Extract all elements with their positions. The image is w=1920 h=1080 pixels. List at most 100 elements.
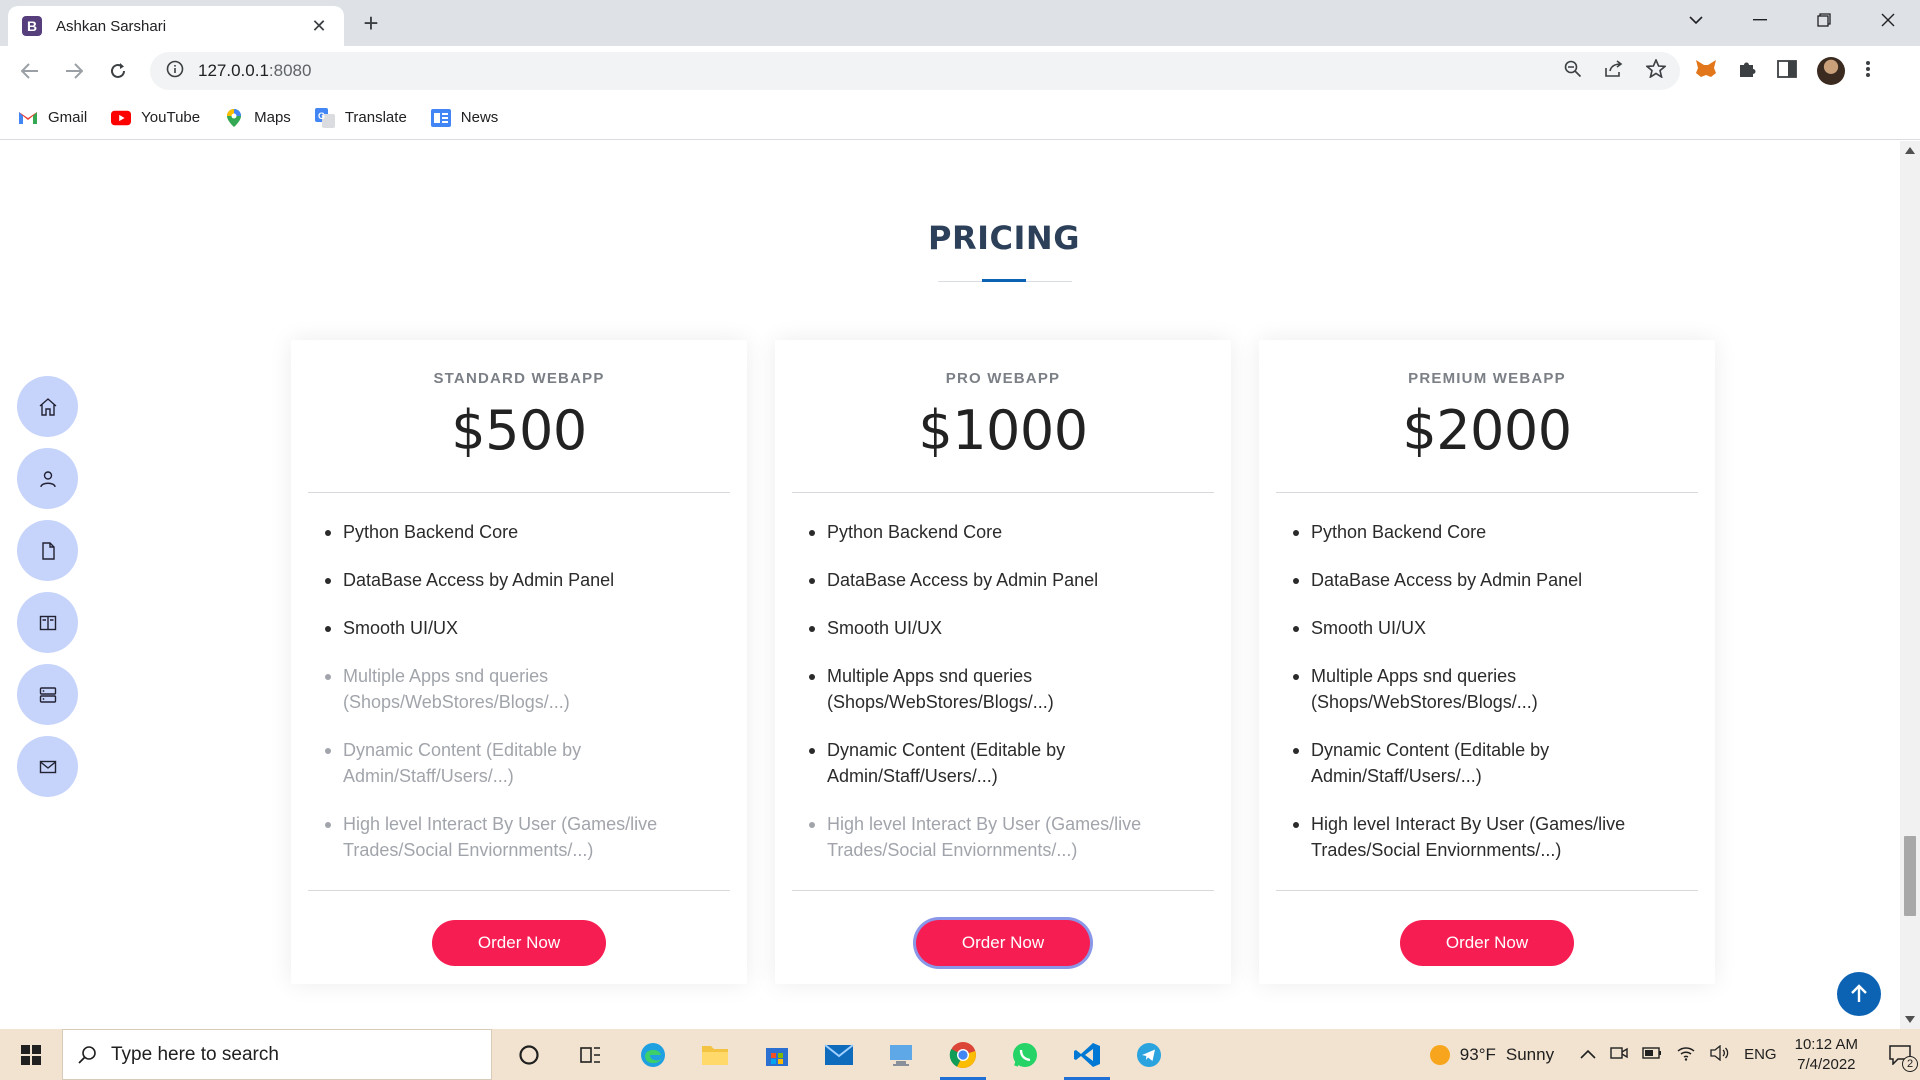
edge-app[interactable] bbox=[622, 1029, 684, 1080]
order-now-button[interactable]: Order Now bbox=[1400, 920, 1574, 966]
tab-close-icon[interactable]: ✕ bbox=[308, 16, 330, 37]
plan-name: STANDARD WEBAPP bbox=[433, 370, 605, 387]
feature-list: Python Backend Core DataBase Access by A… bbox=[1293, 493, 1685, 863]
chevron-up-icon[interactable] bbox=[1580, 1046, 1596, 1063]
feature-item: High level Interact By User (Games/live … bbox=[1293, 811, 1685, 863]
wifi-icon[interactable] bbox=[1676, 1045, 1696, 1065]
clock[interactable]: 10:12 AM 7/4/2022 bbox=[1795, 1035, 1858, 1075]
windows-taskbar: Type here to search 93°F Sunny ENG 10:12… bbox=[0, 1029, 1920, 1080]
pricing-card-pro: PRO WEBAPP $1000 Python Backend Core Dat… bbox=[775, 340, 1231, 984]
new-tab-button[interactable]: + bbox=[356, 8, 386, 38]
this-pc-app[interactable] bbox=[870, 1029, 932, 1080]
feature-item: Dynamic Content (Editable by Admin/Staff… bbox=[1293, 737, 1685, 789]
close-window-button[interactable] bbox=[1856, 0, 1920, 40]
nav-about-button[interactable] bbox=[17, 448, 78, 509]
battery-icon[interactable] bbox=[1642, 1046, 1662, 1063]
nav-contact-button[interactable] bbox=[17, 736, 78, 797]
whatsapp-icon bbox=[1013, 1042, 1037, 1067]
system-tray: 93°F Sunny ENG 10:12 AM 7/4/2022 2 bbox=[1429, 1029, 1920, 1080]
cortana-button[interactable] bbox=[498, 1029, 560, 1080]
bookmark-news[interactable]: News bbox=[430, 108, 498, 127]
side-panel-icon[interactable] bbox=[1777, 59, 1797, 83]
profile-avatar[interactable] bbox=[1817, 57, 1845, 85]
bootstrap-favicon-icon: B bbox=[22, 16, 42, 36]
tab-search-icon[interactable] bbox=[1664, 0, 1728, 40]
vscode-app[interactable] bbox=[1056, 1029, 1118, 1080]
mail-icon bbox=[824, 1043, 854, 1065]
bookmark-label: Translate bbox=[344, 109, 407, 126]
meet-now-icon[interactable] bbox=[1610, 1045, 1628, 1065]
feature-item: Dynamic Content (Editable by Admin/Staff… bbox=[809, 737, 1201, 789]
share-icon[interactable] bbox=[1604, 59, 1624, 83]
start-button[interactable] bbox=[0, 1029, 62, 1080]
store-icon bbox=[766, 1047, 788, 1066]
feature-item: Python Backend Core bbox=[809, 519, 1201, 545]
zoom-icon[interactable] bbox=[1564, 60, 1582, 83]
feature-item: Smooth UI/UX bbox=[325, 615, 717, 641]
reload-button[interactable] bbox=[98, 51, 138, 91]
taskbar-apps bbox=[498, 1029, 1180, 1080]
page-scrollbar[interactable] bbox=[1900, 141, 1920, 1029]
taskbar-search-box[interactable]: Type here to search bbox=[62, 1029, 492, 1080]
task-view-button[interactable] bbox=[560, 1029, 622, 1080]
menu-kebab-icon[interactable] bbox=[1865, 60, 1871, 83]
bookmark-label: Maps bbox=[254, 109, 291, 126]
feature-item: Smooth UI/UX bbox=[809, 615, 1201, 641]
file-explorer-app[interactable] bbox=[684, 1029, 746, 1080]
bookmark-gmail[interactable]: Gmail bbox=[18, 109, 87, 126]
bookmark-maps[interactable]: Maps bbox=[224, 108, 291, 127]
omnibox-actions bbox=[1564, 52, 1668, 90]
chrome-app[interactable] bbox=[932, 1029, 994, 1080]
mail-app[interactable] bbox=[808, 1029, 870, 1080]
feature-list: Python Backend Core DataBase Access by A… bbox=[325, 493, 717, 863]
notification-center-button[interactable]: 2 bbox=[1880, 1029, 1920, 1080]
extensions-puzzle-icon[interactable] bbox=[1737, 59, 1757, 84]
bookmark-youtube[interactable]: YouTube bbox=[111, 109, 200, 126]
nav-resume-button[interactable] bbox=[17, 520, 78, 581]
bookmark-label: Gmail bbox=[48, 109, 88, 126]
feature-item: Python Backend Core bbox=[1293, 519, 1685, 545]
computer-icon bbox=[890, 1044, 912, 1066]
telegram-app[interactable] bbox=[1118, 1029, 1180, 1080]
weather-widget[interactable]: 93°F Sunny bbox=[1429, 1044, 1554, 1065]
windows-logo-icon bbox=[21, 1044, 41, 1065]
address-bar[interactable]: 127.0.0.1:8080 bbox=[150, 52, 1680, 90]
plan-price: $2000 bbox=[1402, 399, 1572, 462]
site-info-icon[interactable] bbox=[166, 60, 184, 83]
feature-item-unavailable: High level Interact By User (Games/live … bbox=[809, 811, 1201, 863]
browser-toolbar: 127.0.0.1:8080 bbox=[0, 46, 1920, 96]
url-port: :8080 bbox=[268, 61, 312, 80]
folder-icon bbox=[702, 1045, 728, 1065]
feature-item: Multiple Apps snd queries (Shops/WebStor… bbox=[1293, 663, 1685, 715]
arrow-up-icon bbox=[1851, 984, 1867, 1002]
nav-home-button[interactable] bbox=[17, 376, 78, 437]
bookmark-star-icon[interactable] bbox=[1644, 57, 1668, 83]
metamask-icon[interactable] bbox=[1695, 59, 1717, 84]
order-now-button[interactable]: Order Now bbox=[432, 920, 606, 966]
store-app[interactable] bbox=[746, 1029, 808, 1080]
browser-tab[interactable]: B Ashkan Sarshari ✕ bbox=[8, 6, 344, 46]
back-button[interactable] bbox=[10, 51, 50, 91]
nav-services-button[interactable] bbox=[17, 664, 78, 725]
scroll-up-arrow-icon[interactable] bbox=[1905, 147, 1915, 154]
back-to-top-button[interactable] bbox=[1837, 972, 1881, 1016]
title-accent-bar bbox=[982, 279, 1026, 282]
restore-button[interactable] bbox=[1792, 0, 1856, 40]
feature-item: DataBase Access by Admin Panel bbox=[1293, 567, 1685, 593]
whatsapp-app[interactable] bbox=[994, 1029, 1056, 1080]
volume-icon[interactable] bbox=[1710, 1044, 1730, 1065]
telegram-icon bbox=[1137, 1042, 1161, 1067]
bookmark-label: YouTube bbox=[141, 109, 201, 126]
scroll-down-arrow-icon[interactable] bbox=[1905, 1016, 1915, 1023]
youtube-icon bbox=[111, 110, 132, 126]
forward-button[interactable] bbox=[54, 51, 94, 91]
svg-text:G: G bbox=[318, 111, 325, 121]
nav-portfolio-button[interactable] bbox=[17, 592, 78, 653]
bookmark-translate[interactable]: G Translate bbox=[314, 107, 407, 128]
minimize-button[interactable] bbox=[1728, 0, 1792, 40]
scrollbar-thumb[interactable] bbox=[1904, 836, 1916, 916]
language-indicator[interactable]: ENG bbox=[1744, 1046, 1777, 1063]
order-now-button[interactable]: Order Now bbox=[916, 920, 1090, 966]
plan-price: $500 bbox=[451, 399, 587, 462]
tray-icons: ENG bbox=[1580, 1044, 1777, 1065]
